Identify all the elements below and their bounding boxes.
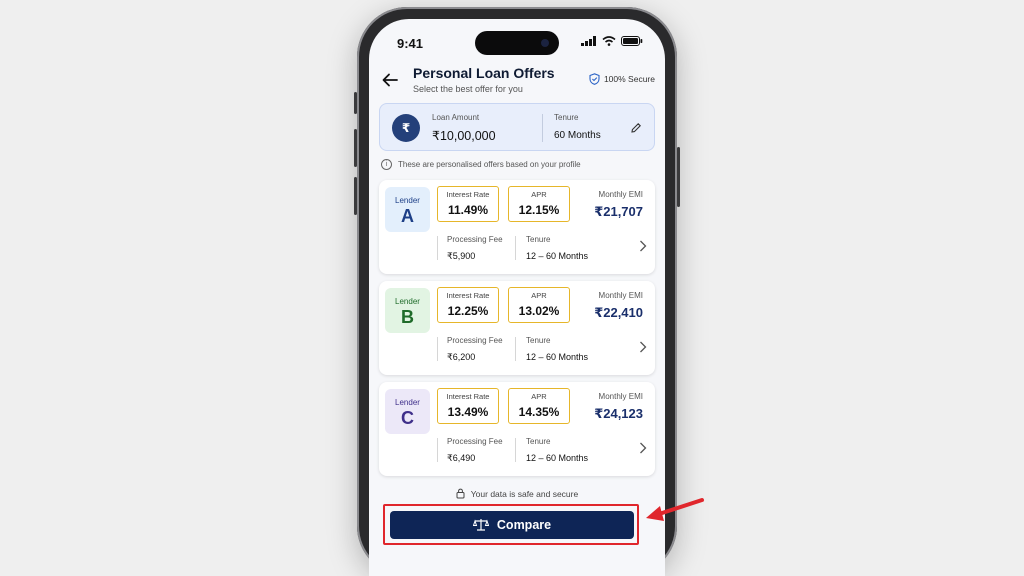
interest-rate-label: Interest Rate xyxy=(446,291,490,300)
apr-value: 12.15% xyxy=(518,203,560,217)
lender-badge: Lender C xyxy=(385,389,430,434)
apr-label: APR xyxy=(531,392,547,401)
safe-note: Your data is safe and secure xyxy=(369,488,665,499)
lender-badge: Lender A xyxy=(385,187,430,232)
notice-text: These are personalised offers based on y… xyxy=(398,160,581,169)
compare-highlight: Compare xyxy=(383,504,639,545)
processing-fee-value: ₹5,900 xyxy=(447,251,476,261)
compare-label: Compare xyxy=(496,518,552,532)
camera-icon xyxy=(541,39,549,47)
phone-frame: 9:41 Personal Loan Offers Select the bes… xyxy=(354,7,680,576)
personalised-notice: i These are personalised offers based on… xyxy=(381,159,581,170)
secure-badge: 100% Secure xyxy=(589,73,655,85)
safe-note-text: Your data is safe and secure xyxy=(470,488,579,499)
page-header: Personal Loan Offers Select the best off… xyxy=(369,65,665,105)
tenure-label: Tenure xyxy=(554,113,579,122)
interest-rate-label: Interest Rate xyxy=(446,392,490,401)
info-icon: i xyxy=(381,159,392,170)
offer-card-a[interactable]: Lender A Interest Rate 11.49% APR 12.15%… xyxy=(379,180,655,274)
monthly-emi-label: Monthly EMI xyxy=(598,190,643,199)
status-bar: 9:41 xyxy=(369,19,665,59)
power-button xyxy=(677,147,680,207)
apr-box: APR 13.02% xyxy=(508,287,570,323)
interest-rate-value: 12.25% xyxy=(447,304,489,318)
lender-label: Lender xyxy=(395,196,420,205)
shield-check-icon xyxy=(589,73,600,85)
page-subtitle: Select the best offer for you xyxy=(413,84,523,94)
apr-value: 13.02% xyxy=(518,304,560,318)
offer-tenure-label: Tenure xyxy=(526,336,551,345)
status-time: 9:41 xyxy=(397,36,424,51)
offer-tenure-label: Tenure xyxy=(526,437,551,446)
edit-pencil-icon[interactable] xyxy=(630,122,642,134)
lender-code: C xyxy=(401,408,414,428)
interest-rate-box: Interest Rate 11.49% xyxy=(437,186,499,222)
summary-divider xyxy=(542,114,543,142)
card-divider xyxy=(437,438,438,462)
chevron-right-icon[interactable] xyxy=(639,442,647,454)
dynamic-island xyxy=(475,31,559,55)
card-divider xyxy=(437,337,438,361)
apr-label: APR xyxy=(531,190,547,199)
volume-down-button xyxy=(354,177,357,215)
loan-amount-value: ₹10,00,000 xyxy=(432,129,496,143)
lender-code: A xyxy=(401,206,414,226)
scale-icon xyxy=(472,519,489,531)
processing-fee-label: Processing Fee xyxy=(447,235,503,244)
lender-badge: Lender B xyxy=(385,288,430,333)
monthly-emi-value: ₹22,410 xyxy=(594,305,643,320)
offer-tenure-label: Tenure xyxy=(526,235,551,244)
compare-button[interactable]: Compare xyxy=(390,511,634,539)
chevron-right-icon[interactable] xyxy=(639,240,647,252)
secure-label: 100% Secure xyxy=(603,74,655,84)
page-title: Personal Loan Offers xyxy=(413,65,555,81)
card-divider xyxy=(437,236,438,260)
apr-label: APR xyxy=(531,291,547,300)
offer-tenure-value: 12 – 60 Months xyxy=(526,453,589,463)
loan-amount-label: Loan Amount xyxy=(432,113,480,122)
lender-label: Lender xyxy=(395,398,420,407)
lender-code: B xyxy=(401,307,414,327)
card-divider xyxy=(515,438,516,462)
processing-fee-value: ₹6,200 xyxy=(447,352,476,362)
signal-icon xyxy=(581,36,596,46)
back-arrow-icon[interactable] xyxy=(381,71,399,89)
money-bag-icon: ₹ xyxy=(392,114,420,142)
card-divider xyxy=(515,337,516,361)
wifi-icon xyxy=(602,36,616,46)
battery-icon xyxy=(621,36,643,46)
monthly-emi-label: Monthly EMI xyxy=(598,392,643,401)
processing-fee-label: Processing Fee xyxy=(447,437,503,446)
monthly-emi-value: ₹21,707 xyxy=(594,204,643,219)
silent-switch xyxy=(354,92,357,114)
interest-rate-value: 13.49% xyxy=(447,405,489,419)
volume-up-button xyxy=(354,129,357,167)
app-screen: 9:41 Personal Loan Offers Select the bes… xyxy=(369,19,665,576)
monthly-emi-label: Monthly EMI xyxy=(598,291,643,300)
interest-rate-label: Interest Rate xyxy=(446,190,490,199)
monthly-emi-value: ₹24,123 xyxy=(594,406,643,421)
offer-card-b[interactable]: Lender B Interest Rate 12.25% APR 13.02%… xyxy=(379,281,655,375)
processing-fee-label: Processing Fee xyxy=(447,336,503,345)
lock-icon xyxy=(456,488,465,499)
loan-summary-card: ₹ Loan Amount ₹10,00,000 Tenure 60 Month… xyxy=(379,103,655,151)
apr-value: 14.35% xyxy=(518,405,560,419)
processing-fee-value: ₹6,490 xyxy=(447,453,476,463)
apr-box: APR 14.35% xyxy=(508,388,570,424)
apr-box: APR 12.15% xyxy=(508,186,570,222)
interest-rate-box: Interest Rate 12.25% xyxy=(437,287,499,323)
interest-rate-value: 11.49% xyxy=(447,203,489,217)
pointer-arrow-icon xyxy=(646,498,704,521)
interest-rate-box: Interest Rate 13.49% xyxy=(437,388,499,424)
offer-tenure-value: 12 – 60 Months xyxy=(526,352,589,362)
chevron-right-icon[interactable] xyxy=(639,341,647,353)
lender-label: Lender xyxy=(395,297,420,306)
tenure-value: 60 Months xyxy=(554,130,601,141)
offer-tenure-value: 12 – 60 Months xyxy=(526,251,589,261)
offer-card-c[interactable]: Lender C Interest Rate 13.49% APR 14.35%… xyxy=(379,382,655,476)
status-icons xyxy=(581,36,643,46)
card-divider xyxy=(515,236,516,260)
